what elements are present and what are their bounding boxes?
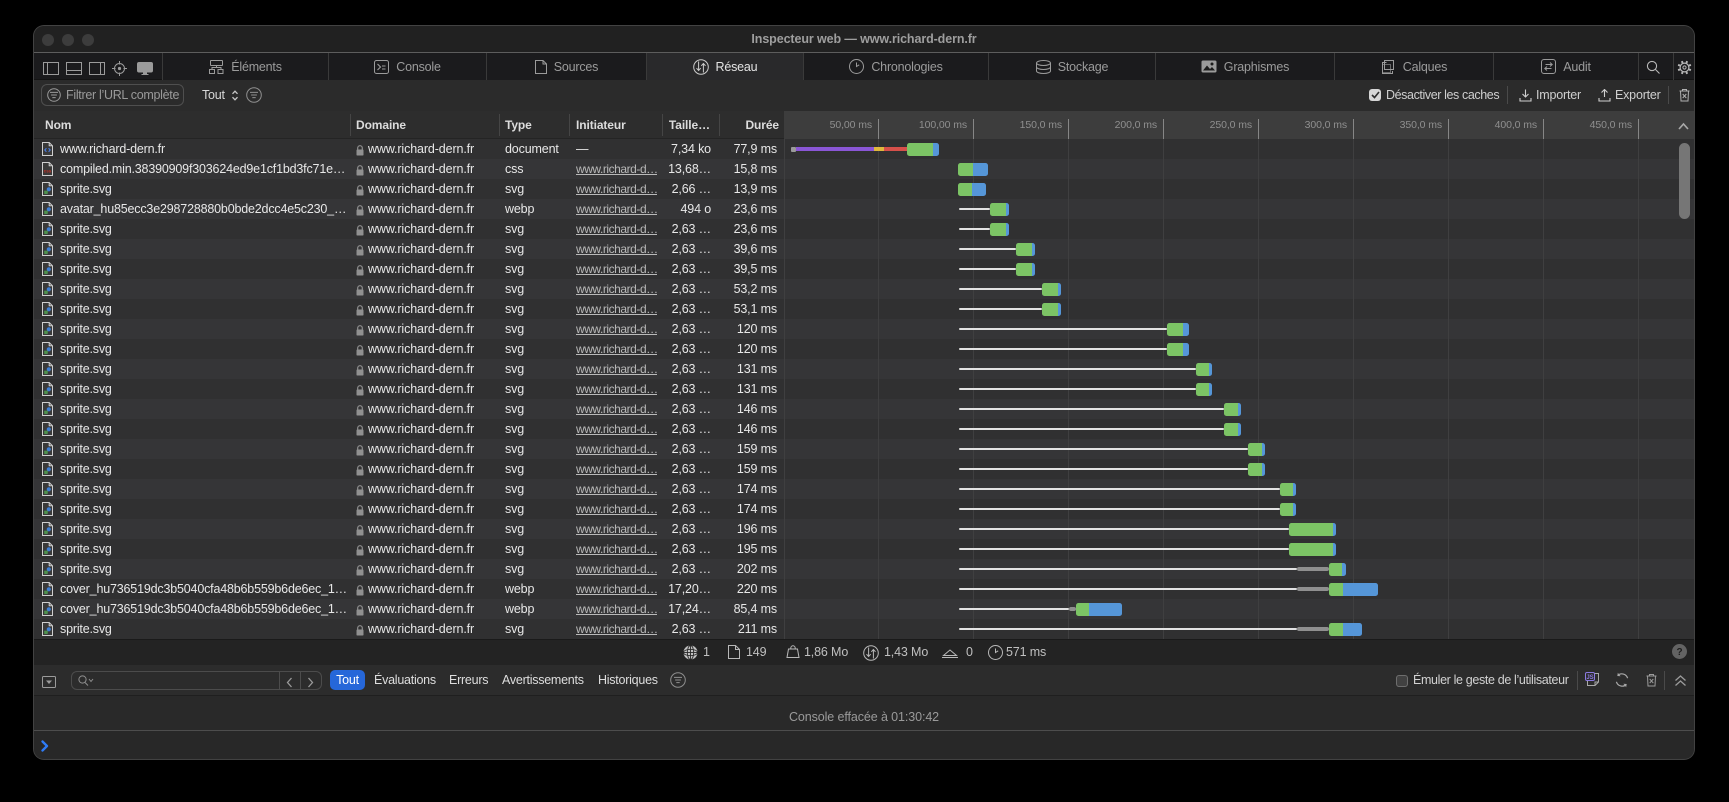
- svg-text:JS: JS: [1586, 675, 1593, 681]
- svg-text:css: css: [44, 169, 52, 174]
- svg-text:?: ?: [1676, 647, 1682, 658]
